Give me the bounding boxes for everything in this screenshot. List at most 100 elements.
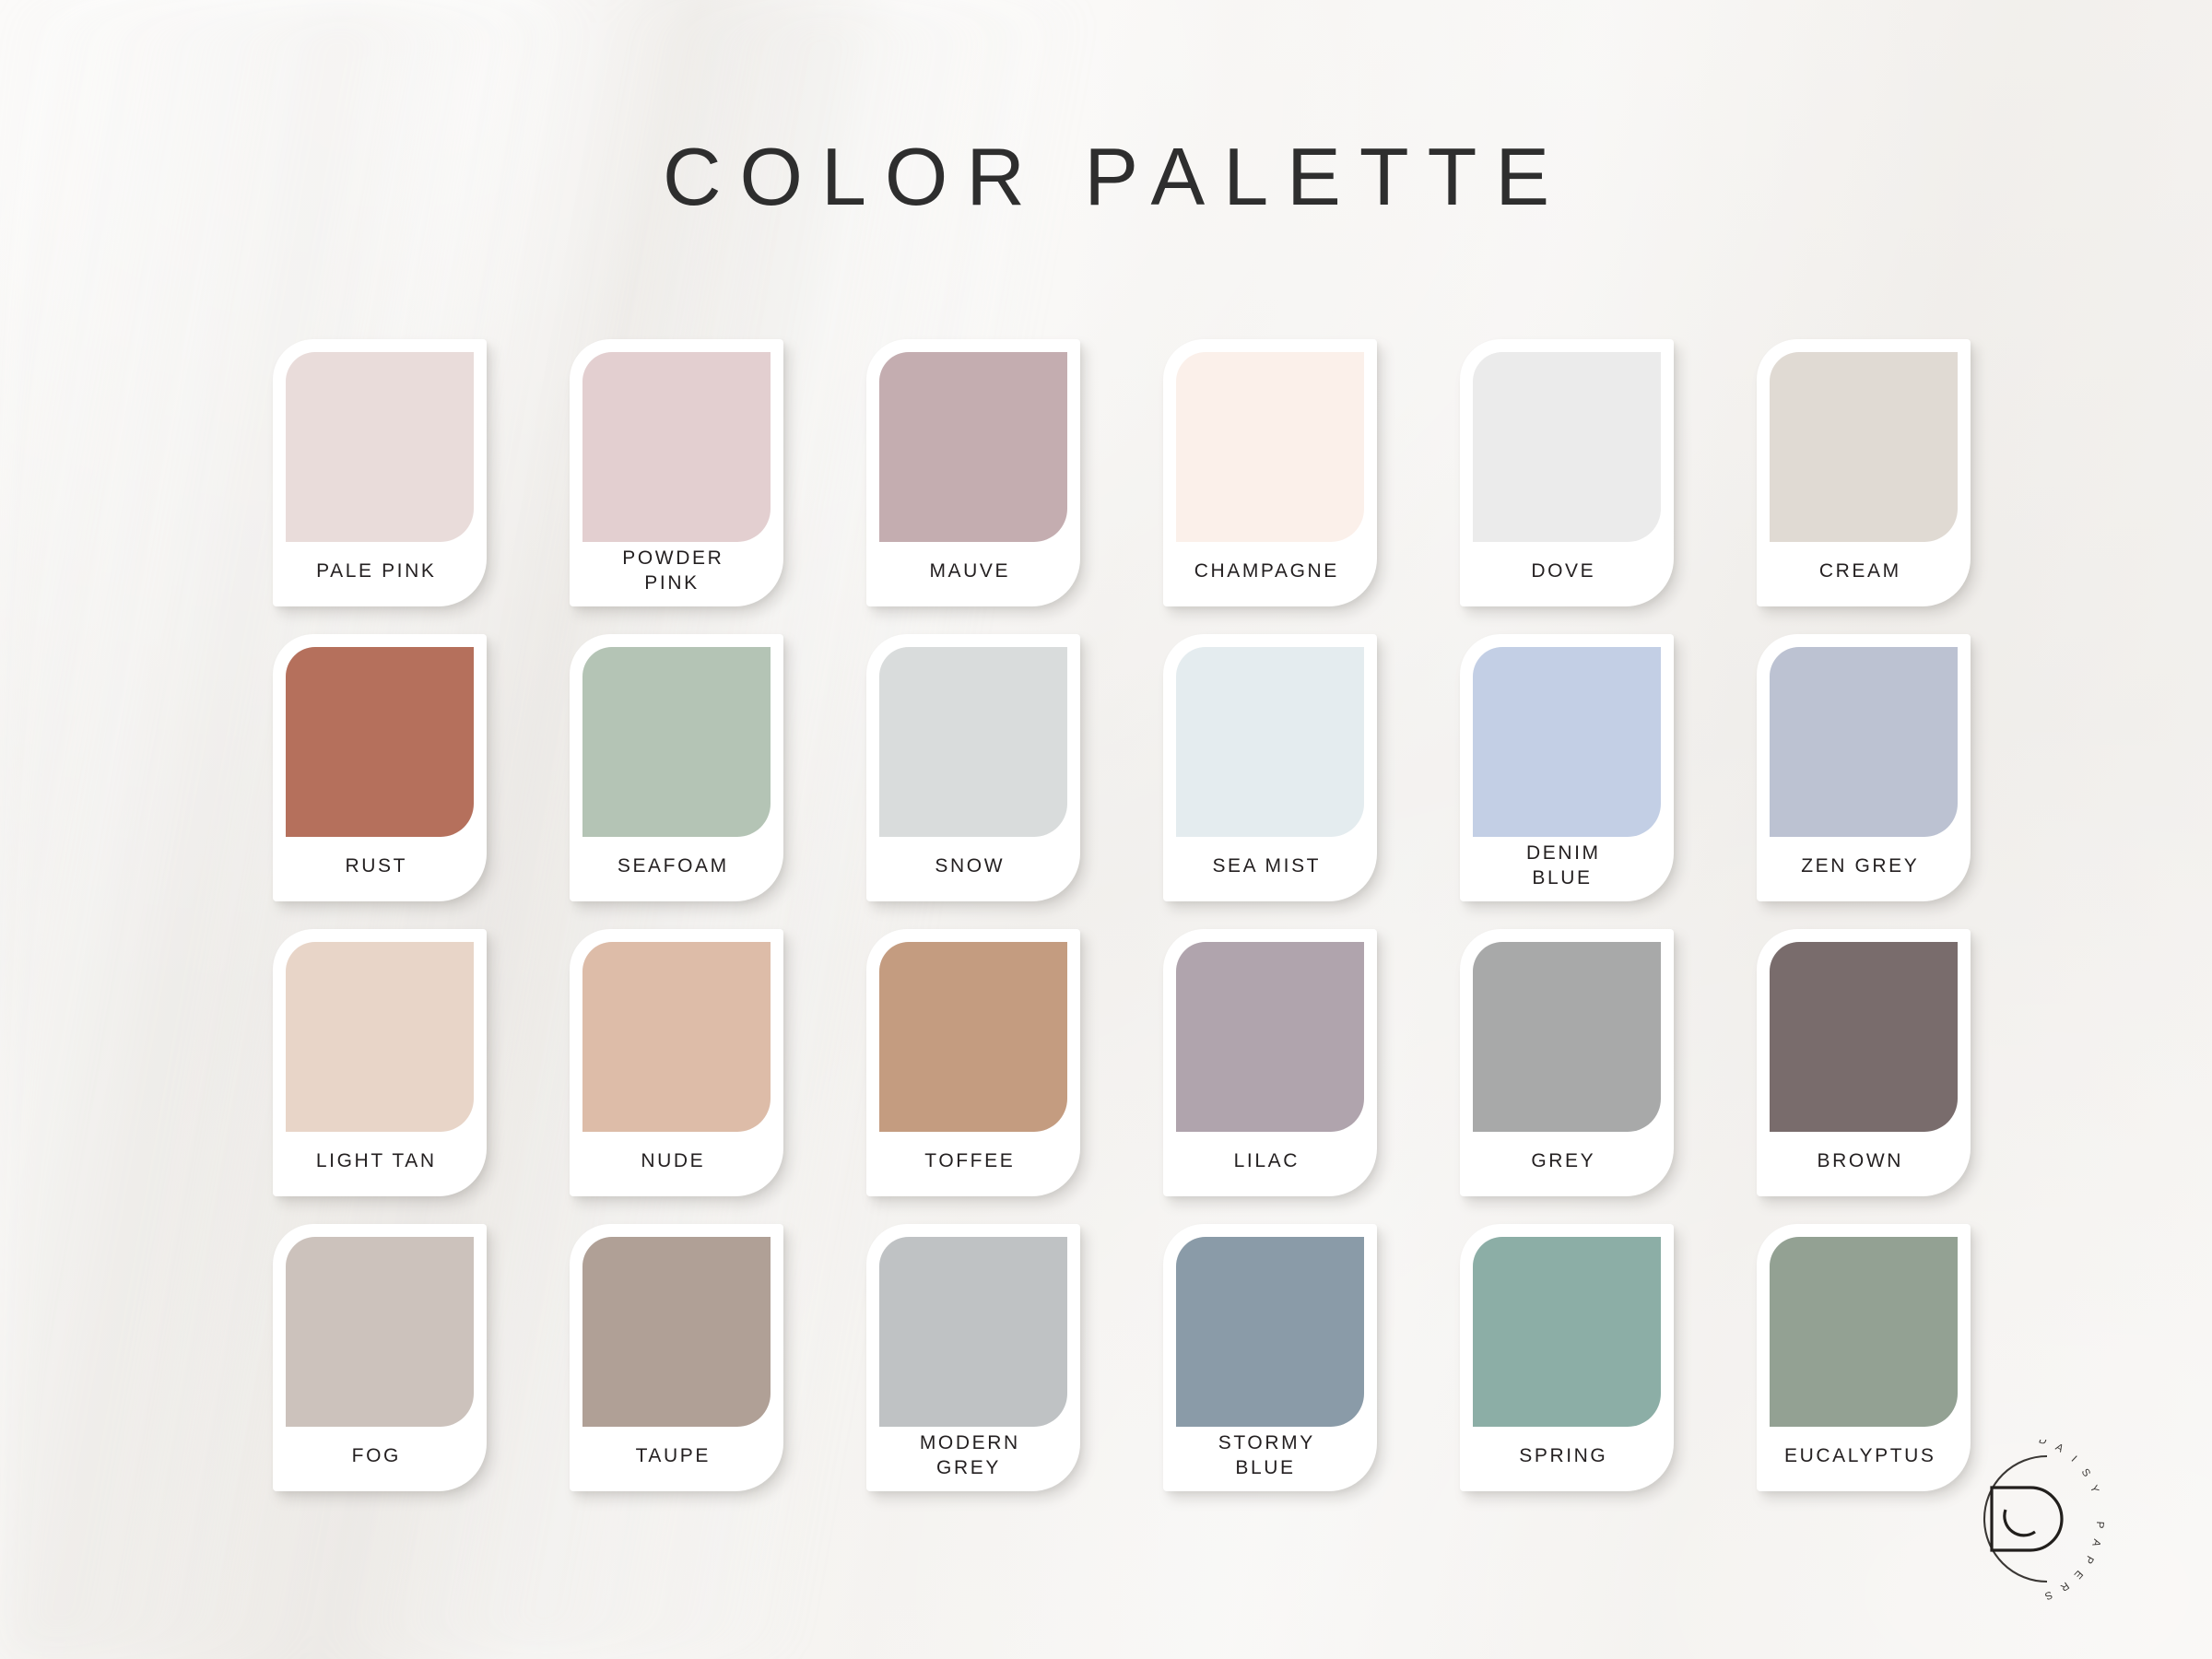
color-swatch[interactable]: PALE PINK — [273, 339, 487, 606]
swatch-color-chip — [1176, 1237, 1364, 1427]
color-swatch[interactable]: FOG — [273, 1224, 487, 1491]
swatch-card: DENIM BLUE — [1460, 634, 1674, 901]
swatch-color-chip — [879, 352, 1067, 542]
color-swatch[interactable]: RUST — [273, 634, 487, 901]
swatch-label: POWDER PINK — [570, 544, 774, 599]
swatch-card: POWDER PINK — [570, 339, 783, 606]
swatch-card: LIGHT TAN — [273, 929, 487, 1196]
page-title: COLOR PALETTE — [0, 136, 2212, 218]
swatch-card: MODERN GREY — [866, 1224, 1080, 1491]
logo-letter: Y — [2088, 1484, 2100, 1495]
logo-monogram-swash — [2005, 1510, 2035, 1535]
logo-monogram-outline — [1992, 1488, 2062, 1550]
swatch-card: ZEN GREY — [1757, 634, 1971, 901]
swatch-label: TAUPE — [570, 1429, 774, 1484]
swatch-color-chip — [1473, 942, 1661, 1132]
swatch-color-chip — [879, 942, 1067, 1132]
color-swatch[interactable]: SNOW — [866, 634, 1080, 901]
swatch-card: SEAFOAM — [570, 634, 783, 901]
swatch-label: TOFFEE — [866, 1134, 1071, 1189]
color-swatch[interactable]: POWDER PINK — [570, 339, 783, 606]
swatch-label: PALE PINK — [273, 544, 477, 599]
swatch-color-chip — [879, 1237, 1067, 1427]
color-swatch[interactable]: ZEN GREY — [1757, 634, 1971, 901]
color-swatch[interactable]: NUDE — [570, 929, 783, 1196]
color-swatch[interactable]: CREAM — [1757, 339, 1971, 606]
color-swatch[interactable]: BROWN — [1757, 929, 1971, 1196]
swatch-label: RUST — [273, 839, 477, 894]
swatch-label: GREY — [1460, 1134, 1665, 1189]
logo-letter: P — [2093, 1521, 2105, 1529]
color-palette-page: COLOR PALETTE PALE PINK POWDER PINK MAUVE C… — [0, 0, 2212, 1659]
swatch-color-chip — [1176, 352, 1364, 542]
swatch-color-chip — [1770, 352, 1958, 542]
swatch-label: CREAM — [1757, 544, 1961, 599]
color-swatch[interactable]: SPRING — [1460, 1224, 1674, 1491]
swatch-color-chip — [582, 942, 771, 1132]
logo-letter: S — [2042, 1588, 2053, 1601]
color-swatch[interactable]: STORMY BLUE — [1163, 1224, 1377, 1491]
color-swatch[interactable]: LILAC — [1163, 929, 1377, 1196]
color-swatch[interactable]: MAUVE — [866, 339, 1080, 606]
color-swatch[interactable]: SEA MIST — [1163, 634, 1377, 901]
brand-logo: DAISYPAPERS — [1936, 1440, 2166, 1642]
swatch-label: BROWN — [1757, 1134, 1961, 1189]
swatch-label: NUDE — [570, 1134, 774, 1189]
swatch-label: SNOW — [866, 839, 1071, 894]
swatch-label: SEA MIST — [1163, 839, 1368, 894]
swatch-card: PALE PINK — [273, 339, 487, 606]
swatch-color-chip — [1473, 1237, 1661, 1427]
swatch-card: FOG — [273, 1224, 487, 1491]
swatch-color-chip — [1473, 352, 1661, 542]
swatch-card: SNOW — [866, 634, 1080, 901]
swatch-label: SEAFOAM — [570, 839, 774, 894]
swatch-label: MAUVE — [866, 544, 1071, 599]
logo-letter: A — [2089, 1537, 2102, 1547]
swatch-card: BROWN — [1757, 929, 1971, 1196]
logo-letter: E — [2071, 1568, 2084, 1581]
color-swatch[interactable]: LIGHT TAN — [273, 929, 487, 1196]
swatch-color-chip — [286, 647, 474, 837]
swatch-color-chip — [582, 352, 771, 542]
swatch-card: CREAM — [1757, 339, 1971, 606]
swatch-card: LILAC — [1163, 929, 1377, 1196]
swatch-label: LILAC — [1163, 1134, 1368, 1189]
swatch-color-chip — [879, 647, 1067, 837]
swatch-label: EUCALYPTUS — [1757, 1429, 1961, 1484]
logo-letter: D — [2037, 1440, 2048, 1447]
color-swatch[interactable]: DENIM BLUE — [1460, 634, 1674, 901]
swatch-card: RUST — [273, 634, 487, 901]
color-swatch[interactable]: SEAFOAM — [570, 634, 783, 901]
swatch-color-chip — [1770, 647, 1958, 837]
swatch-grid: PALE PINK POWDER PINK MAUVE CHAMPAGNE DOVE CR… — [273, 339, 1971, 1491]
swatch-label: SPRING — [1460, 1429, 1665, 1484]
color-swatch[interactable]: TOFFEE — [866, 929, 1080, 1196]
swatch-color-chip — [582, 647, 771, 837]
color-swatch[interactable]: CHAMPAGNE — [1163, 339, 1377, 606]
color-swatch[interactable]: DOVE — [1460, 339, 1674, 606]
swatch-label: MODERN GREY — [866, 1429, 1071, 1484]
swatch-color-chip — [286, 1237, 474, 1427]
swatch-card: MAUVE — [866, 339, 1080, 606]
swatch-color-chip — [1176, 942, 1364, 1132]
color-swatch[interactable]: MODERN GREY — [866, 1224, 1080, 1491]
swatch-label: ZEN GREY — [1757, 839, 1961, 894]
swatch-label: LIGHT TAN — [273, 1134, 477, 1189]
swatch-color-chip — [582, 1237, 771, 1427]
swatch-color-chip — [286, 942, 474, 1132]
color-swatch[interactable]: TAUPE — [570, 1224, 783, 1491]
swatch-label: FOG — [273, 1429, 477, 1484]
swatch-card: SEA MIST — [1163, 634, 1377, 901]
swatch-color-chip — [1770, 942, 1958, 1132]
swatch-label: CHAMPAGNE — [1163, 544, 1368, 599]
logo-curved-text: DAISYPAPERS — [2037, 1440, 2105, 1602]
swatch-label: STORMY BLUE — [1163, 1429, 1368, 1484]
logo-letter: S — [2079, 1467, 2093, 1480]
color-swatch[interactable]: GREY — [1460, 929, 1674, 1196]
swatch-label: DOVE — [1460, 544, 1665, 599]
logo-letter: I — [2069, 1454, 2079, 1465]
swatch-card: TAUPE — [570, 1224, 783, 1491]
logo-letter: R — [2058, 1580, 2071, 1594]
logo-ring — [1984, 1456, 2047, 1582]
swatch-card: NUDE — [570, 929, 783, 1196]
